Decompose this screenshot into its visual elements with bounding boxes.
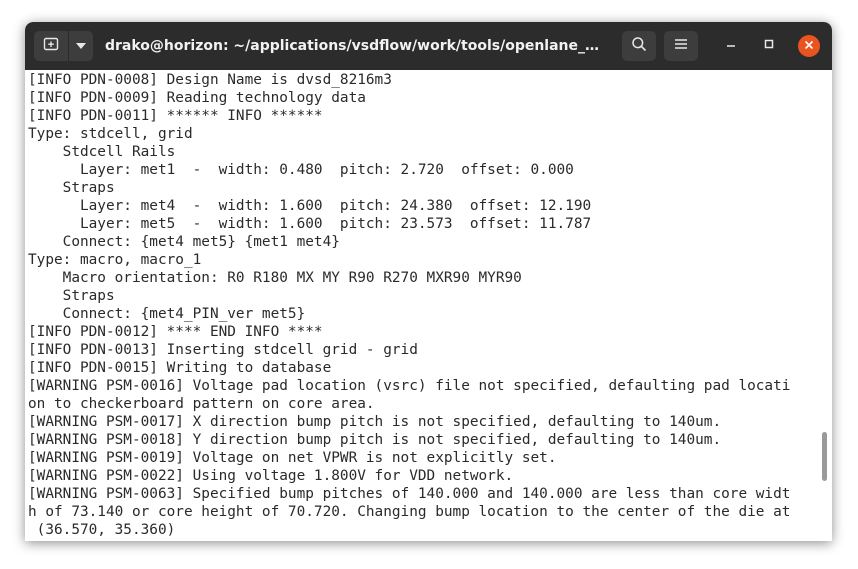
terminal-line: Stdcell Rails [28, 144, 176, 160]
terminal-line: [INFO PDN-0009] Reading technology data [28, 90, 366, 106]
close-icon [804, 37, 814, 55]
search-icon [631, 36, 647, 57]
terminal-window: drako@horizon: ~/applications/vsdflow/wo… [25, 22, 832, 541]
terminal-line: [WARNING PSM-0063] Specified bump pitche… [28, 486, 791, 502]
terminal-line: [INFO PDN-0008] Design Name is dvsd_8216… [28, 72, 392, 88]
terminal-line: Type: stdcell, grid [28, 126, 193, 142]
new-tab-icon [43, 36, 59, 57]
terminal-line: on to checkerboard pattern on core area. [28, 396, 375, 412]
minimize-icon [725, 37, 737, 55]
tab-menu-dropdown-button[interactable] [69, 31, 93, 61]
terminal-line: [WARNING PSM-0017] X direction bump pitc… [28, 414, 722, 430]
terminal-line: Connect: {met4_PIN_ver met5} [28, 306, 306, 322]
window-title: drako@horizon: ~/applications/vsdflow/wo… [105, 38, 610, 54]
terminal-line: Type: macro, macro_1 [28, 252, 202, 268]
title-bar[interactable]: drako@horizon: ~/applications/vsdflow/wo… [25, 22, 832, 70]
hamburger-menu-button[interactable] [664, 31, 698, 61]
terminal-line: h of 73.140 or core height of 70.720. Ch… [28, 504, 791, 520]
maximize-button[interactable] [758, 35, 780, 57]
terminal-line: [WARNING PSM-0019] Voltage on net VPWR i… [28, 450, 557, 466]
maximize-icon [763, 37, 775, 55]
terminal-output[interactable]: [INFO PDN-0008] Design Name is dvsd_8216… [25, 70, 832, 541]
hamburger-menu-icon [674, 37, 688, 55]
terminal-line: Straps [28, 180, 115, 196]
new-tab-button[interactable] [34, 31, 68, 61]
terminal-line: Macro orientation: R0 R180 MX MY R90 R27… [28, 270, 522, 286]
chevron-down-icon [75, 37, 87, 55]
terminal-line: (36.570, 35.360) [28, 522, 176, 538]
terminal-line: [INFO PDN-0012] **** END INFO **** [28, 324, 323, 340]
terminal-line: [INFO PDN-0011] ****** INFO ****** [28, 108, 323, 124]
terminal-line: Straps [28, 288, 115, 304]
minimize-button[interactable] [720, 35, 742, 57]
search-button[interactable] [622, 31, 656, 61]
terminal-line: Layer: met4 - width: 1.600 pitch: 24.380… [28, 198, 592, 214]
terminal-line: [INFO PDN-0015] Writing to database [28, 360, 332, 376]
terminal-line: [WARNING PSM-0018] Y direction bump pitc… [28, 432, 722, 448]
scrollbar-thumb[interactable] [822, 432, 827, 481]
close-button[interactable] [798, 35, 820, 57]
terminal-line: Layer: met1 - width: 0.480 pitch: 2.720 … [28, 162, 574, 178]
terminal-line: Layer: met5 - width: 1.600 pitch: 23.573… [28, 216, 592, 232]
terminal-line: [WARNING PSM-0022] Using voltage 1.800V … [28, 468, 514, 484]
terminal-line: [INFO PDN-0013] Inserting stdcell grid -… [28, 342, 418, 358]
terminal-line: [WARNING PSM-0016] Voltage pad location … [28, 378, 791, 394]
terminal-lines: [INFO PDN-0008] Design Name is dvsd_8216… [28, 71, 823, 539]
terminal-line: Connect: {met4 met5} {met1 met4} [28, 234, 340, 250]
